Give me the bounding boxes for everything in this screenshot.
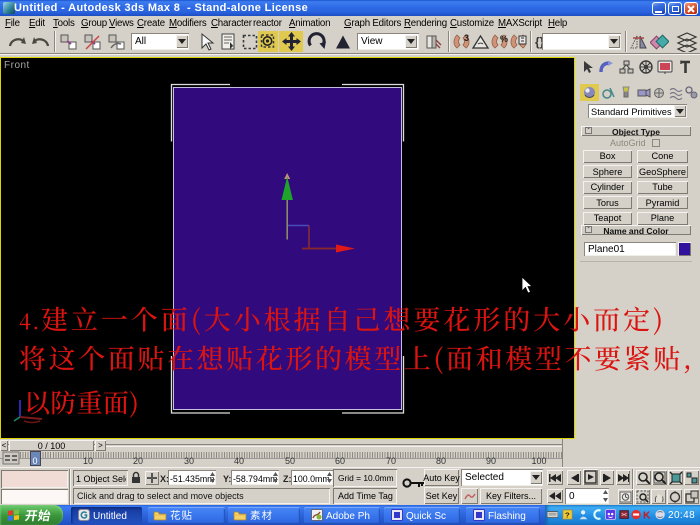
svg-text:%: % <box>500 34 508 44</box>
svg-text:3: 3 <box>464 33 469 43</box>
svg-text:K: K <box>643 510 651 520</box>
svg-text:?: ? <box>565 511 570 520</box>
